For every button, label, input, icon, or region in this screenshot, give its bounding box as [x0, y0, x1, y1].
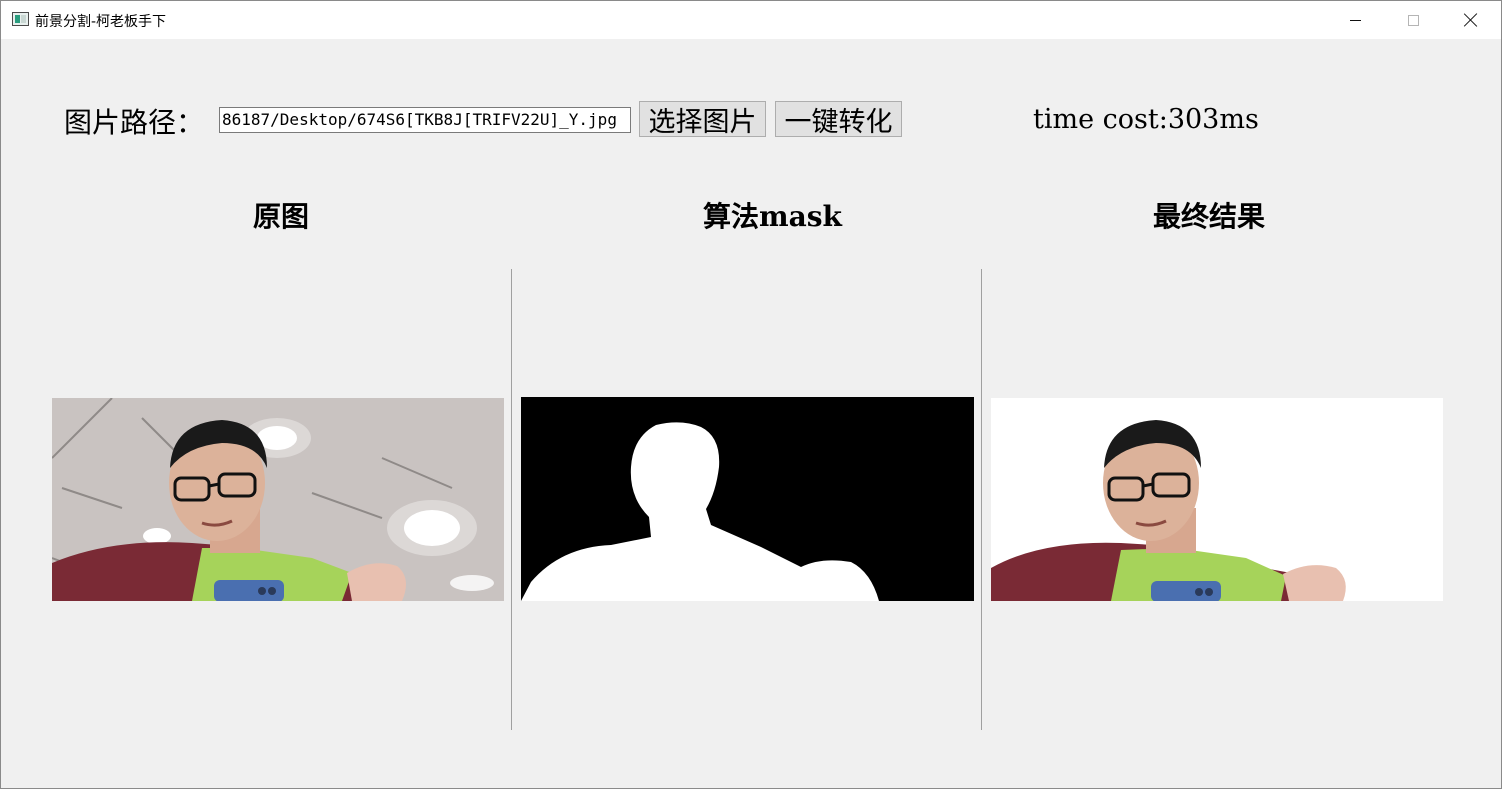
minimize-icon: [1349, 19, 1361, 21]
convert-button[interactable]: 一键转化: [775, 101, 902, 138]
result-image: [991, 398, 1443, 601]
mask-image: [521, 397, 974, 601]
close-icon: [1464, 13, 1478, 27]
original-image: [52, 398, 504, 601]
window-title: 前景分割-柯老板手下: [35, 14, 167, 30]
maximize-button[interactable]: [1384, 1, 1442, 39]
app-icon: [12, 12, 29, 26]
column-divider-1: [511, 269, 512, 730]
result-image-title: 最终结果: [1153, 200, 1266, 233]
path-value: 86187/Desktop/674S6[TKB8J[TRIFV22U]_Y.jp…: [222, 110, 617, 129]
select-image-button[interactable]: 选择图片: [639, 101, 766, 138]
path-label: 图片路径：: [64, 106, 205, 139]
path-input[interactable]: 86187/Desktop/674S6[TKB8J[TRIFV22U]_Y.jp…: [219, 107, 631, 133]
minimize-button[interactable]: [1326, 1, 1384, 39]
title-bar[interactable]: 前景分割-柯老板手下: [1, 1, 1501, 39]
original-image-title: 原图: [253, 200, 310, 233]
app-window: 前景分割-柯老板手下 图片路径： 86187/Desktop/674S6[TKB…: [0, 0, 1502, 789]
mask-image-title: 算法mask: [703, 200, 842, 233]
column-divider-2: [981, 269, 982, 730]
time-cost-label: time cost:303ms: [1033, 104, 1259, 135]
maximize-icon: [1407, 14, 1419, 26]
close-button[interactable]: [1442, 1, 1500, 39]
